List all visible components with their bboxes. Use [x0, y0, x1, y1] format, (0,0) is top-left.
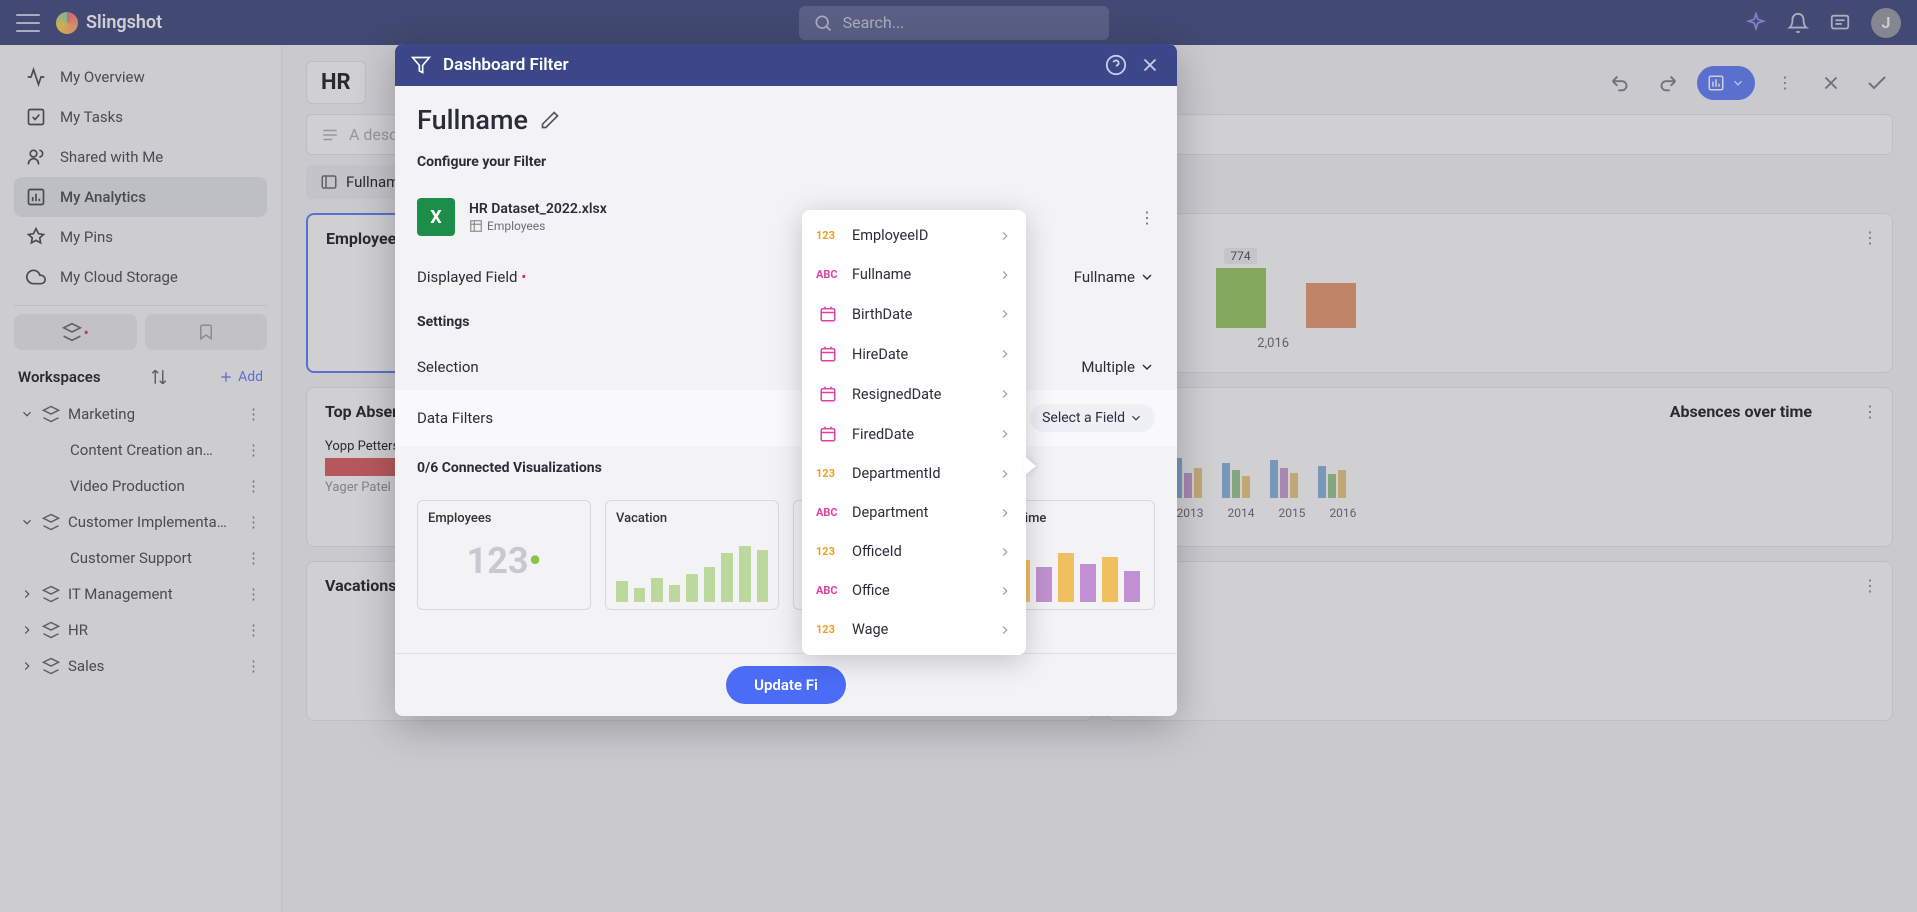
type-number-icon: 123: [816, 623, 840, 636]
filter-name: Fullname: [417, 104, 528, 136]
datasource-filename: HR Dataset_2022.xlsx: [469, 201, 607, 217]
settings-label: Settings: [417, 300, 1155, 344]
chevron-right-icon: [998, 387, 1012, 401]
chevron-right-icon: [998, 427, 1012, 441]
filter-name-row: Fullname: [417, 104, 1155, 136]
chevron-right-icon: [998, 584, 1012, 598]
type-text-icon: ABC: [816, 506, 840, 519]
edit-icon[interactable]: [540, 110, 560, 130]
field-option-departmentid[interactable]: 123 DepartmentId: [802, 454, 1026, 493]
chevron-right-icon: [998, 307, 1012, 321]
calendar-icon: [816, 345, 840, 363]
viz-cards: Employees 123• Vacation T over time: [417, 500, 1155, 610]
field-option-birthdate[interactable]: BirthDate: [802, 294, 1026, 334]
chevron-right-icon: [998, 229, 1012, 243]
field-option-department[interactable]: ABC Department: [802, 493, 1026, 532]
calendar-icon: [816, 425, 840, 443]
chevron-right-icon: [998, 467, 1012, 481]
field-option-fullname[interactable]: ABC Fullname: [802, 255, 1026, 294]
table-icon: [469, 219, 483, 233]
chevron-right-icon: [998, 268, 1012, 282]
field-option-officeid[interactable]: 123 OfficeId: [802, 532, 1026, 571]
displayed-field-row[interactable]: Displayed Field • Fullname: [417, 254, 1155, 300]
field-option-resigneddate[interactable]: ResignedDate: [802, 374, 1026, 414]
modal-body: Fullname Configure your Filter X HR Data…: [395, 86, 1177, 653]
datasource-more-icon[interactable]: ⋮: [1139, 208, 1155, 227]
excel-icon: X: [417, 198, 455, 236]
select-field-pill[interactable]: Select a Field: [1030, 404, 1155, 432]
close-icon[interactable]: [1139, 54, 1161, 76]
data-filters-row[interactable]: Data Filters Select a Field: [395, 390, 1177, 446]
selection-value[interactable]: Multiple: [1081, 358, 1155, 376]
modal-title: Dashboard Filter: [443, 55, 569, 75]
chevron-right-icon: [998, 545, 1012, 559]
update-filter-button[interactable]: Update Fi: [726, 666, 846, 704]
chevron-down-icon: [1139, 269, 1155, 285]
configure-label: Configure your Filter: [417, 154, 1155, 170]
selection-row[interactable]: Selection Multiple: [417, 344, 1155, 390]
calendar-icon: [816, 385, 840, 403]
type-text-icon: ABC: [816, 584, 840, 597]
filter-icon: [411, 55, 431, 75]
modal-header: Dashboard Filter: [395, 44, 1177, 86]
popover-pointer: [1024, 456, 1036, 476]
datasource-row[interactable]: X HR Dataset_2022.xlsx Employees ⋮: [417, 188, 1155, 254]
viz-card-employees[interactable]: Employees 123•: [417, 500, 591, 610]
chevron-right-icon: [998, 506, 1012, 520]
type-number-icon: 123: [816, 229, 840, 242]
viz-card-vacation[interactable]: Vacation: [605, 500, 779, 610]
modal-footer: Update Fi: [395, 653, 1177, 716]
field-option-wage[interactable]: 123 Wage: [802, 610, 1026, 649]
field-option-employeeid[interactable]: 123 EmployeeID: [802, 216, 1026, 255]
type-number-icon: 123: [816, 467, 840, 480]
type-number-icon: 123: [816, 545, 840, 558]
field-option-fireddate[interactable]: FiredDate: [802, 414, 1026, 454]
type-text-icon: ABC: [816, 268, 840, 281]
field-select-popover: 123 EmployeeID ABC Fullname BirthDate Hi…: [802, 210, 1026, 655]
dashboard-filter-modal: Dashboard Filter Fullname Configure your…: [395, 44, 1177, 716]
displayed-field-value[interactable]: Fullname: [1074, 268, 1155, 286]
help-icon[interactable]: [1105, 54, 1127, 76]
chevron-right-icon: [998, 347, 1012, 361]
calendar-icon: [816, 305, 840, 323]
chevron-right-icon: [998, 623, 1012, 637]
field-option-hiredate[interactable]: HireDate: [802, 334, 1026, 374]
field-option-office[interactable]: ABC Office: [802, 571, 1026, 610]
connected-viz-label: 0/6 Connected Visualizations: [417, 446, 1155, 490]
chevron-down-icon: [1139, 359, 1155, 375]
chevron-down-icon: [1129, 411, 1143, 425]
required-indicator: •: [521, 268, 526, 286]
